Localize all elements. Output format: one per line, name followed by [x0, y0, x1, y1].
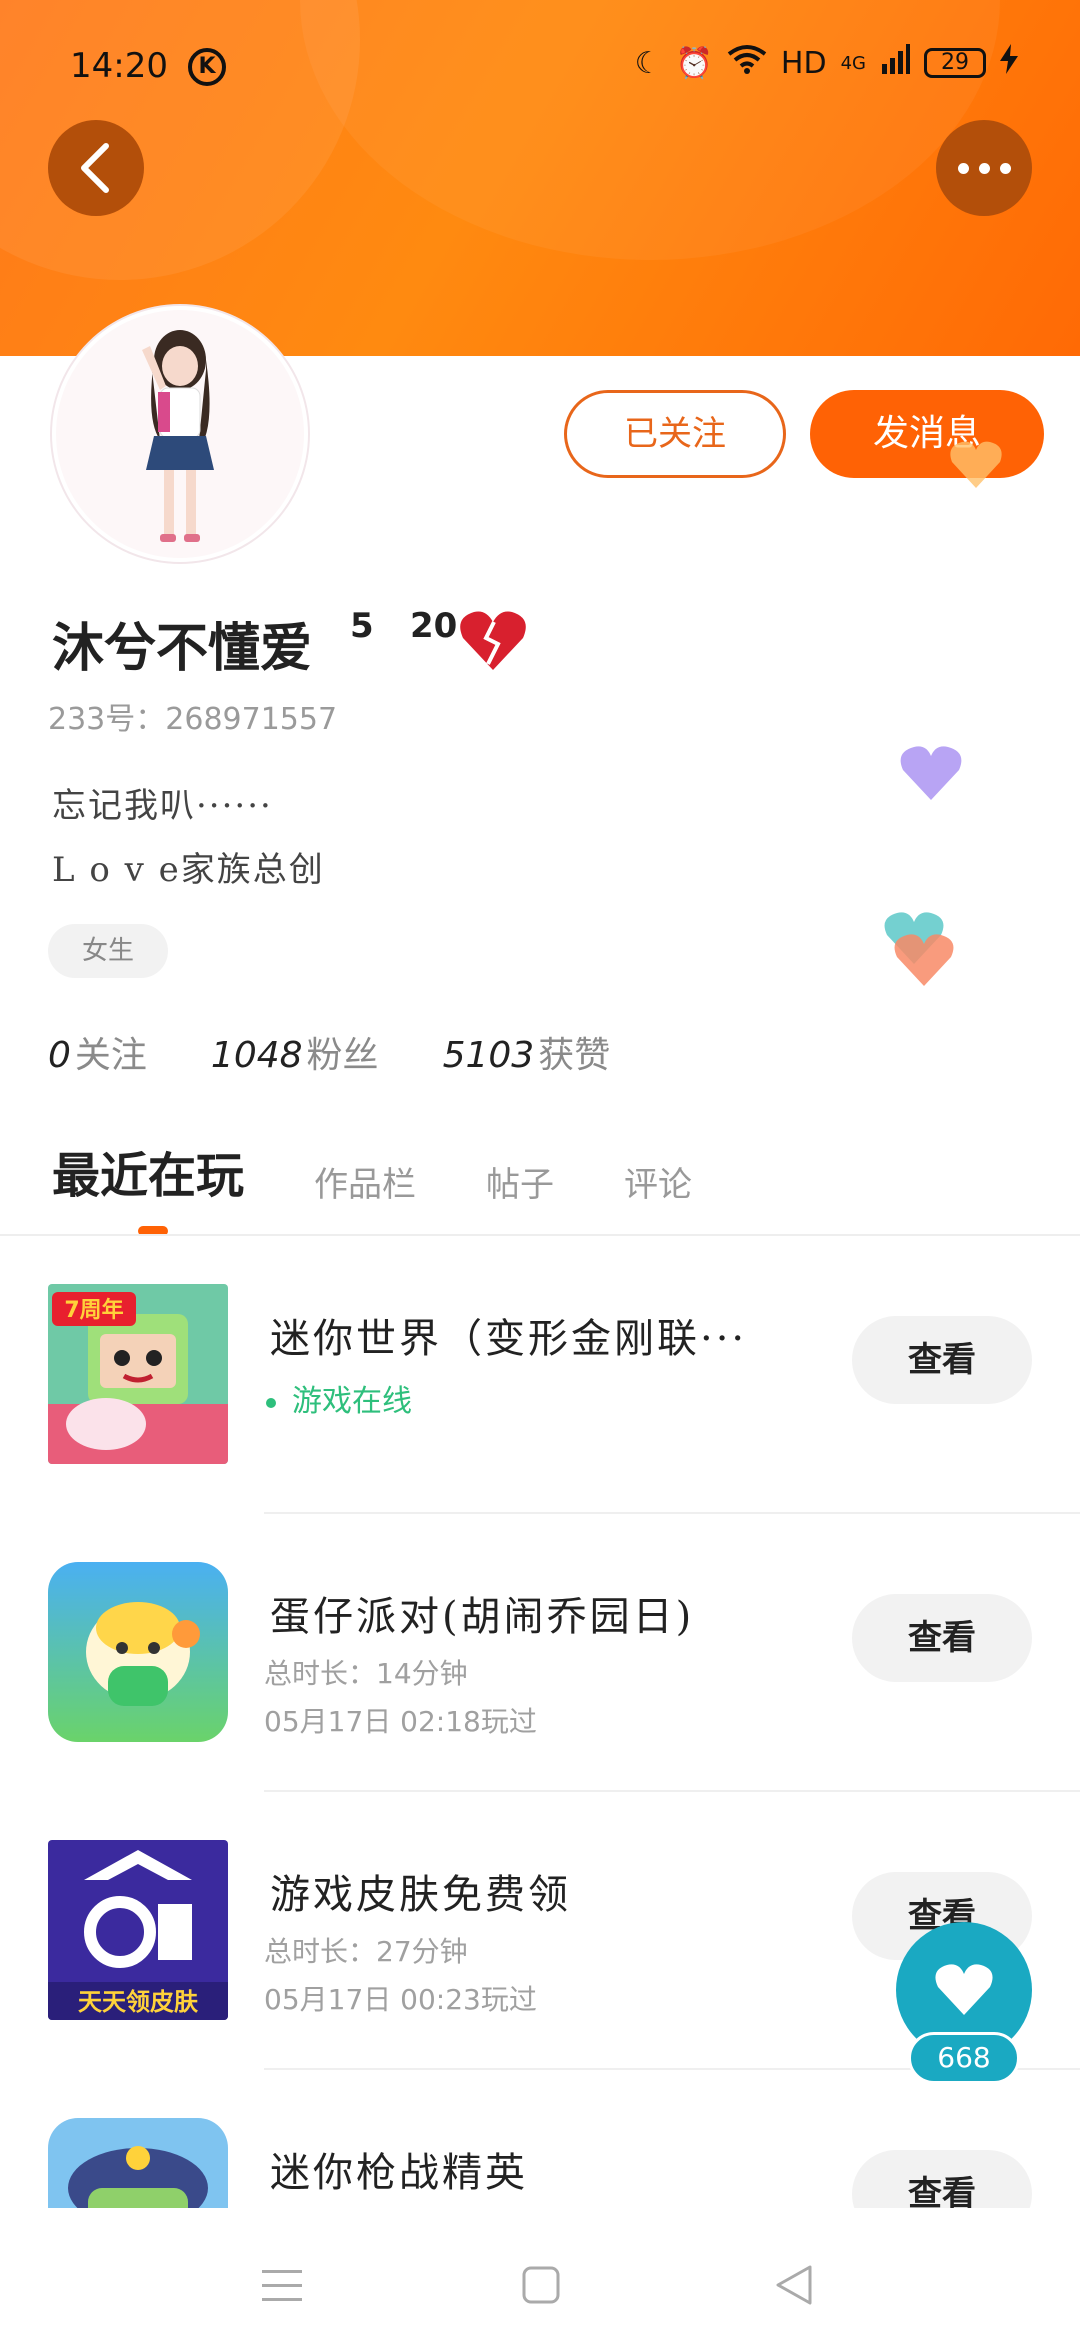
status-bar: 14:20 K ☾ ⏰ HD 4G 29 [0, 0, 1080, 130]
stat-followers[interactable]: 1048 粉丝 [211, 1026, 379, 1078]
floating-heart-icon [900, 746, 962, 800]
eggy-party-icon [48, 1562, 228, 1742]
view-button[interactable]: 查看 [852, 2150, 1032, 2208]
nickname-superscript: 5 [350, 606, 374, 646]
floating-heart-icon [950, 441, 1002, 488]
tab-works[interactable]: 作品栏 [314, 1157, 416, 1206]
view-button[interactable]: 查看 [852, 1594, 1032, 1682]
nickname: 沐兮不懂爱 [52, 618, 313, 679]
last-played: 05月17日 02:18玩过 [264, 1705, 537, 1738]
network-label: HD [780, 45, 827, 81]
view-button[interactable]: 查看 [852, 1316, 1032, 1404]
game-title: 蛋仔派对(胡闹乔园日) [270, 1594, 695, 1640]
wifi-icon [727, 44, 767, 82]
anniversary-badge: 7周年 [64, 1297, 123, 1323]
game-list-item[interactable]: 迷你枪战精英 查看 [0, 2070, 1080, 2208]
system-navigation-bar [0, 2208, 1080, 2340]
charging-icon [1000, 44, 1018, 82]
user-id-value: 268971557 [165, 702, 338, 737]
gender-tag: 女生 [48, 924, 168, 978]
mini-gun-icon [48, 2118, 228, 2208]
broken-heart-icon [460, 611, 526, 670]
user-id-label: 233号： [48, 702, 166, 737]
home-icon[interactable] [522, 2266, 560, 2304]
stat-likes[interactable]: 5103 获赞 [443, 1026, 611, 1078]
game-list-item[interactable]: 蛋仔派对(胡闹乔园日) 总时长：14分钟 05月17日 02:18玩过 查看 [0, 1514, 1080, 1792]
network-type-label: 4G [840, 52, 866, 74]
more-dot-icon [999, 162, 1011, 174]
more-dot-icon [978, 162, 990, 174]
floating-heart-icon [894, 934, 954, 986]
like-count-badge: 668 [908, 2032, 1020, 2084]
game-title: 迷你世界（变形金刚联··· [270, 1316, 748, 1362]
last-played: 05月17日 00:23玩过 [264, 1983, 537, 2016]
more-dot-icon [957, 162, 969, 174]
followed-button[interactable]: 已关注 [564, 390, 786, 478]
menu-icon[interactable] [262, 2268, 302, 2304]
nickname-superscript: 20 [410, 606, 458, 646]
profile-stats: 0 关注 1048 粉丝 5103 获赞 [48, 1026, 610, 1078]
bio-line: 忘记我叭······ [52, 786, 273, 826]
stat-following[interactable]: 0 关注 [48, 1026, 147, 1078]
online-status: 游戏在线 [266, 1376, 412, 1420]
back-button[interactable] [48, 120, 144, 216]
moon-icon: ☾ [634, 45, 662, 81]
game-title: 游戏皮肤免费领 [270, 1872, 571, 1918]
back-nav-icon[interactable] [774, 2264, 814, 2306]
signal-icon [880, 44, 910, 82]
bio-line: L o v e家族总创 [52, 850, 325, 890]
play-duration: 总时长：14分钟 [264, 1657, 468, 1690]
battery-icon: 29 [924, 48, 986, 78]
status-time: 14:20 [70, 46, 168, 86]
tab-recently-played[interactable]: 最近在玩 [52, 1136, 244, 1206]
game-title: 迷你枪战精英 [270, 2150, 528, 2196]
chevron-left-icon [81, 143, 109, 193]
tab-posts[interactable]: 帖子 [486, 1157, 554, 1206]
tab-comments[interactable]: 评论 [624, 1157, 692, 1206]
mini-world-icon: 7周年 [48, 1284, 228, 1464]
user-id: 233号：268971557 [48, 694, 337, 738]
free-skin-icon: 天天领皮肤 [48, 1840, 228, 2020]
alarm-icon: ⏰ [675, 45, 713, 81]
carrier-icon: K [188, 48, 226, 86]
online-dot-icon [266, 1397, 276, 1408]
profile-tabs: 最近在玩 作品栏 帖子 评论 [52, 1136, 692, 1206]
send-message-button[interactable]: 发消息 [810, 390, 1044, 478]
more-options-button[interactable] [936, 120, 1032, 216]
game-list-item[interactable]: 7周年 迷你世界（变形金刚联··· 游戏在线 查看 [0, 1236, 1080, 1514]
play-duration: 总时长：27分钟 [264, 1935, 468, 1968]
heart-icon [935, 1964, 993, 2015]
icon-caption: 天天领皮肤 [78, 1988, 199, 2016]
avatar[interactable] [52, 306, 308, 562]
